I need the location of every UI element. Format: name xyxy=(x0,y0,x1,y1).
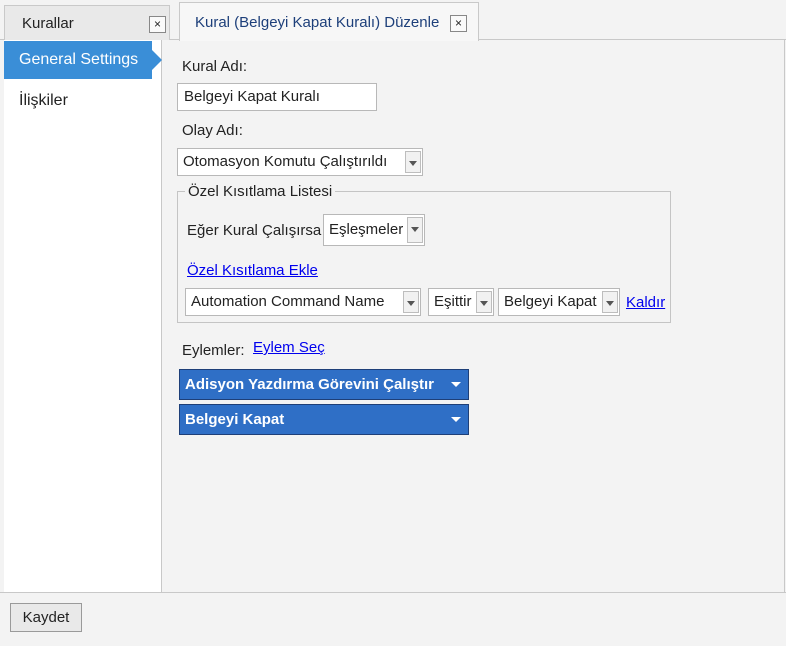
event-name-label: Olay Adı: xyxy=(182,122,243,139)
constraint-operator-select[interactable]: Eşittir xyxy=(428,288,494,316)
chevron-down-icon[interactable] xyxy=(405,151,421,173)
caret-down-icon[interactable] xyxy=(451,417,461,422)
rule-name-input[interactable]: Belgeyi Kapat Kuralı xyxy=(177,83,377,111)
action-item[interactable]: Belgeyi Kapat xyxy=(179,404,469,435)
tab-rule-edit[interactable]: Kural (Belgeyi Kapat Kuralı) Düzenle × xyxy=(179,2,479,41)
if-rule-runs-label: Eğer Kural Çalışırsa xyxy=(187,222,322,239)
sidebar xyxy=(4,40,162,592)
bottom-bar xyxy=(0,592,786,646)
constraint-list-legend: Özel Kısıtlama Listesi xyxy=(185,183,336,200)
save-button[interactable]: Kaydet xyxy=(10,603,82,632)
content-right-border xyxy=(784,40,785,592)
sidebar-item-label: General Settings xyxy=(19,51,139,68)
sidebar-item-iliskiler[interactable]: İlişkiler xyxy=(4,82,152,120)
tab-kurallar[interactable]: Kurallar × xyxy=(4,5,170,40)
chevron-down-icon[interactable] xyxy=(476,291,492,313)
event-name-select[interactable]: Otomasyon Komutu Çalıştırıldı xyxy=(177,148,423,176)
event-name-value: Otomasyon Komutu Çalıştırıldı xyxy=(183,153,388,170)
action-item-label: Belgeyi Kapat xyxy=(185,411,285,428)
constraint-value-select[interactable]: Belgeyi Kapat xyxy=(498,288,620,316)
caret-down-icon[interactable] xyxy=(451,382,461,387)
active-pointer-icon xyxy=(152,50,162,70)
remove-constraint-link[interactable]: Kaldır xyxy=(626,294,665,311)
sidebar-item-label: İlişkiler xyxy=(19,92,68,109)
tab-rule-edit-close-icon[interactable]: × xyxy=(450,15,467,32)
chevron-down-icon[interactable] xyxy=(407,217,423,243)
constraint-operator-value: Eşittir xyxy=(434,293,472,310)
actions-label: Eylemler: xyxy=(182,342,245,359)
match-select[interactable]: Eşleşmeler xyxy=(323,214,425,246)
rule-name-label: Kural Adı: xyxy=(182,58,248,75)
add-constraint-link[interactable]: Özel Kısıtlama Ekle xyxy=(187,262,318,279)
action-item-label: Adisyon Yazdırma Görevini Çalıştır xyxy=(185,376,434,393)
sidebar-item-general-settings[interactable]: General Settings xyxy=(4,41,152,79)
action-item[interactable]: Adisyon Yazdırma Görevini Çalıştır xyxy=(179,369,469,400)
constraint-field-value: Automation Command Name xyxy=(191,293,385,310)
constraint-value-value: Belgeyi Kapat xyxy=(504,293,597,310)
chevron-down-icon[interactable] xyxy=(403,291,419,313)
tab-rule-edit-label: Kural (Belgeyi Kapat Kuralı) Düzenle xyxy=(195,14,440,31)
select-action-link[interactable]: Eylem Seç xyxy=(253,339,325,356)
match-value: Eşleşmeler xyxy=(329,221,404,238)
constraint-field-select[interactable]: Automation Command Name xyxy=(185,288,421,316)
chevron-down-icon[interactable] xyxy=(602,291,618,313)
tab-kurallar-close-icon[interactable]: × xyxy=(149,16,166,33)
tab-kurallar-label: Kurallar xyxy=(22,15,74,32)
